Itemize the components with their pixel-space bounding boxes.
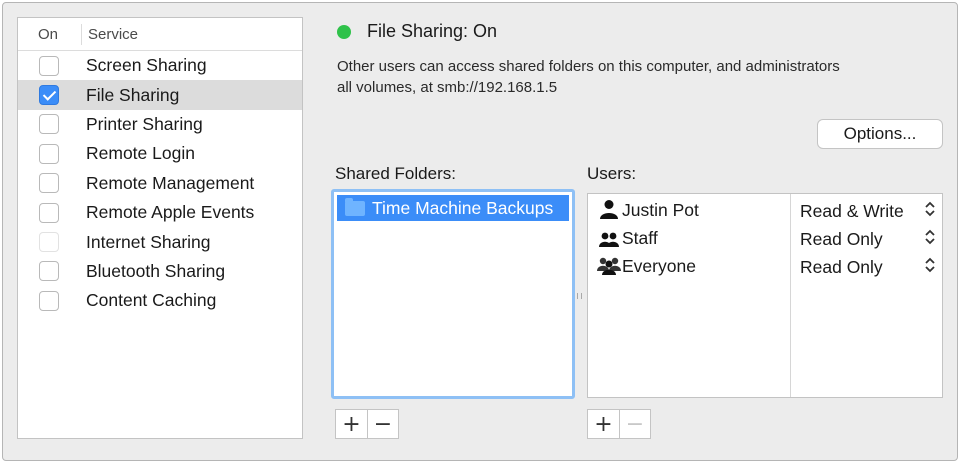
- remote-management-checkbox[interactable]: [39, 173, 59, 194]
- users-list[interactable]: Justin Pot Read & Write Staff Read Only: [587, 193, 943, 398]
- remove-folder-button[interactable]: −: [367, 410, 398, 438]
- group-icon: [599, 232, 619, 247]
- internet-sharing-checkbox: [39, 232, 59, 253]
- service-row-screen-sharing[interactable]: Screen Sharing: [18, 51, 302, 80]
- service-row-remote-apple-events[interactable]: Remote Apple Events: [18, 198, 302, 227]
- service-row-remote-management[interactable]: Remote Management: [18, 169, 302, 198]
- service-label: Screen Sharing: [86, 55, 207, 76]
- printer-sharing-checkbox[interactable]: [39, 114, 59, 135]
- chevron-updown-icon[interactable]: [924, 200, 936, 218]
- file-sharing-checkbox[interactable]: [39, 85, 59, 106]
- status-indicator-icon: [337, 25, 351, 39]
- users-controls: + −: [587, 409, 651, 439]
- remove-user-button: −: [619, 410, 650, 438]
- service-row-file-sharing[interactable]: File Sharing: [18, 80, 302, 110]
- user-row-staff[interactable]: Staff Read Only: [588, 224, 942, 250]
- service-row-internet-sharing[interactable]: Internet Sharing: [18, 227, 302, 256]
- everyone-icon: [597, 257, 621, 275]
- service-row-bluetooth-sharing[interactable]: Bluetooth Sharing: [18, 257, 302, 286]
- chevron-updown-icon[interactable]: [924, 228, 936, 246]
- status-description: Other users can access shared folders on…: [337, 56, 937, 98]
- users-label: Users:: [587, 164, 637, 183]
- service-label: File Sharing: [86, 84, 180, 105]
- service-label: Printer Sharing: [86, 113, 203, 134]
- permission-popup[interactable]: Read & Write: [800, 201, 904, 222]
- service-label: Remote Apple Events: [86, 202, 255, 223]
- permission-popup[interactable]: Read Only: [800, 257, 883, 278]
- add-folder-button[interactable]: +: [336, 410, 367, 438]
- user-name: Staff: [622, 228, 658, 248]
- service-label: Bluetooth Sharing: [86, 260, 226, 281]
- screen-sharing-checkbox[interactable]: [39, 55, 59, 76]
- service-label: Content Caching: [86, 290, 217, 311]
- status-description-line: all volumes, at smb://192.168.1.5: [337, 79, 558, 96]
- user-name: Justin Pot: [622, 200, 699, 220]
- status-description-line: Other users can access shared folders on…: [337, 58, 840, 75]
- user-row-everyone[interactable]: Everyone Read Only: [588, 252, 942, 278]
- chevron-updown-icon[interactable]: [924, 256, 936, 274]
- service-label: Remote Login: [86, 143, 195, 164]
- services-list-header: On Service: [18, 18, 302, 51]
- folder-icon: [345, 197, 365, 216]
- shared-folders-label: Shared Folders:: [335, 164, 456, 183]
- service-row-content-caching[interactable]: Content Caching: [18, 286, 302, 315]
- shared-folders-controls: + −: [335, 409, 399, 439]
- single-user-icon: [600, 200, 618, 219]
- remote-apple-events-checkbox[interactable]: [39, 202, 59, 223]
- sharing-panel: On Service Screen Sharing File Sharing P…: [2, 2, 958, 461]
- service-row-printer-sharing[interactable]: Printer Sharing: [18, 110, 302, 139]
- split-view-handle[interactable]: [577, 293, 582, 299]
- service-label: Remote Management: [86, 172, 255, 193]
- service-label: Internet Sharing: [86, 231, 211, 252]
- user-row-justin-pot[interactable]: Justin Pot Read & Write: [588, 196, 942, 222]
- folder-name: Time Machine Backups: [372, 197, 554, 218]
- shared-folders-list[interactable]: Time Machine Backups: [331, 189, 575, 399]
- permission-popup[interactable]: Read Only: [800, 229, 883, 250]
- column-header-service[interactable]: Service: [82, 26, 138, 43]
- services-list: On Service Screen Sharing File Sharing P…: [17, 17, 303, 439]
- user-name: Everyone: [622, 256, 696, 276]
- bluetooth-sharing-checkbox[interactable]: [39, 261, 59, 282]
- add-user-button[interactable]: +: [588, 410, 619, 438]
- column-header-on[interactable]: On: [18, 23, 82, 45]
- service-row-remote-login[interactable]: Remote Login: [18, 139, 302, 168]
- remote-login-checkbox[interactable]: [39, 143, 59, 164]
- options-button[interactable]: Options...: [817, 119, 943, 149]
- content-caching-checkbox[interactable]: [39, 290, 59, 311]
- status-title: File Sharing: On: [367, 21, 498, 41]
- folder-row-time-machine-backups[interactable]: Time Machine Backups: [337, 195, 569, 221]
